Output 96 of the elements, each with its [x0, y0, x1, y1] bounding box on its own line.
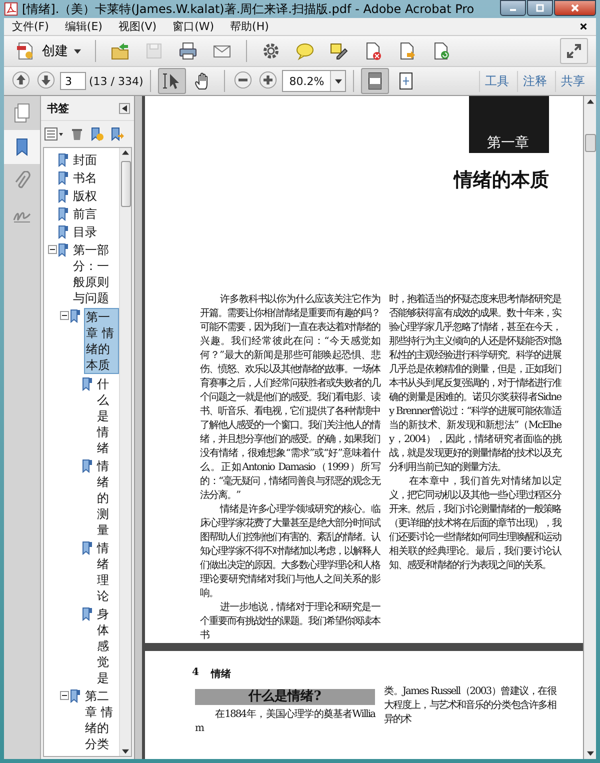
task-pane-tab[interactable]: 注释	[517, 70, 552, 92]
maximize-icon	[535, 3, 545, 13]
minimize-button[interactable]	[500, 0, 526, 16]
body-paragraph: 进一步地说，情绪对于理论和研究是一个重要而有挑战性的课题。我们希望你阅读本书	[200, 601, 380, 643]
scrollbar[interactable]	[583, 96, 596, 759]
note-pencil-icon	[329, 41, 349, 61]
plus-icon	[259, 70, 278, 88]
bookmark-icon	[70, 689, 81, 703]
full-screen-button[interactable]	[560, 38, 588, 64]
close-button[interactable]	[554, 0, 596, 16]
bookmark-item[interactable]: 第二章 情绪的分类	[84, 688, 119, 752]
menu-item[interactable]: 编辑(E)	[64, 19, 102, 34]
fit-page-button[interactable]	[361, 68, 390, 94]
next-page-button[interactable]	[35, 70, 57, 92]
body-paragraph: 许多教科书以你为什么应该关注它作为开篇。需要让你相信情绪是重要而有趣的吗？可能不需要，因为我们一直在表达着对情绪的兴趣。我们经常彼此在问：“今天感觉如何？”最大的新闻是那些可能唤起恐惧、悲伤、愤怒、欢乐以及其他情绪的故事。一场体育赛事之后，人们经常问获胜者或失败者的几个问题之一就是他们的感受。我们看电影、读书、听音乐、看电视，它们提供了各种情境中了解他人感受的一个窗口。我们关注他人的情绪，并且想分享他们的感受。的确，如果我们没有情绪，很难想象“需求”或“好”意味着什么。正如Antonio Damasio（1999）所写的：“毫无疑问，情绪同善良与邪恶的观念无法分离。”	[200, 293, 380, 503]
pages-icon	[12, 103, 32, 123]
bookmark-item[interactable]: 情绪的测量	[96, 458, 119, 538]
menu-item[interactable]: 帮助(H)	[230, 19, 269, 34]
collapse-icon[interactable]	[48, 245, 57, 254]
collapse-icon[interactable]	[60, 311, 69, 320]
printer-icon	[178, 41, 198, 61]
chapter-label-block: 第一章	[469, 96, 549, 153]
close-icon[interactable]	[579, 22, 588, 31]
bookmark-icon	[82, 541, 93, 555]
settings-icon	[261, 41, 281, 61]
menu-item[interactable]: 文件(F)	[12, 19, 49, 34]
bookmark-item[interactable]: 版权	[72, 188, 98, 204]
bookmark-arrow-icon	[110, 127, 124, 141]
caret-icon	[334, 78, 342, 84]
bookmark-item[interactable]: 身体感觉是	[96, 606, 119, 686]
previous-page-button[interactable]	[10, 70, 32, 92]
create-button[interactable]: 创建	[12, 41, 85, 61]
bookmark-star-icon	[90, 127, 104, 141]
bookmark-icon	[58, 153, 69, 167]
maximize-button[interactable]	[527, 0, 553, 16]
expand-arrows-icon	[564, 41, 584, 61]
folder-arrow-icon	[110, 41, 130, 61]
trash-icon	[70, 127, 84, 141]
close-icon	[570, 3, 580, 13]
bookmark-icon	[70, 309, 81, 323]
new-bookmark-button[interactable]	[89, 126, 105, 142]
collapse-panel-button[interactable]	[119, 102, 130, 114]
bookmark-arrow-button[interactable]	[109, 126, 125, 142]
select-tool-button[interactable]	[158, 68, 186, 94]
body-paragraph: 时，抱着适当的怀疑态度来思考情绪研究是否能够获得富有成效的成果。数十年来，实验心理学家几乎忽略了情绪，甚至在今天，那些持行为主义倾向的人还是怀疑能否对隐私性的主观经验进行科学研究。科学的进展几乎总是依赖精准的测量，但是，正如我们本书从头到尾反复强调的，对于情绪进行准确的测量是困难的。诺贝尔奖获得者Sidney Brenner曾说过：“科学的进展可能依靠适当的新技术、新发现和新想法”（McElhey，2004），因此，情绪研究者面临的挑战，就是发现更好的测量情绪的技术以及充分利用当前已知的测量方法。	[389, 293, 561, 475]
bookmark-item[interactable]: 封面	[72, 152, 98, 168]
page-number-field[interactable]: 3	[60, 72, 86, 90]
up-caret-icon[interactable]	[586, 99, 594, 104]
body-paragraph: 情绪是许多心理学领域研究的核心。临床心理学家花费了大量甚至是绝大部分时间试图帮助人们控制他们有害的、紊乱的情绪。认知心理学家不得不对情绪加以考虑，以解释人们做出决定的原因。大多数心理学理论和人格理论要研究情绪对我们与他人之间关系的影响。	[200, 503, 380, 601]
bookmarks-panel-tab[interactable]	[4, 130, 40, 164]
bookmark-icon	[58, 207, 69, 221]
running-head: 情绪	[210, 668, 231, 681]
speech-bubble-icon	[295, 41, 315, 61]
zoom-out-button[interactable]	[232, 70, 254, 92]
options-button[interactable]	[43, 126, 65, 142]
body-paragraph: 在本章中，我们首先对情绪加以定义，把它同动机以及其他一些心理过程区分开来。然后，我们讨论测量情绪的一般策略（更详细的技术将在后面的章节出现），我们还要讨论一些情绪如何同生理唤醒和运动相关联的经典理论。最后，我们要讨论认知、感受和情绪的行为表现之间的关系。	[389, 475, 561, 573]
chapter-title: 情绪的本质	[454, 168, 549, 193]
down-caret-icon[interactable]	[122, 749, 129, 754]
bookmark-item[interactable]: 前言	[72, 206, 98, 222]
bookmark-icon	[82, 607, 93, 621]
bookmark-item[interactable]: 第一部分：一般原则与问题	[72, 242, 119, 306]
panel-title: 书签	[47, 100, 69, 116]
bookmark-item[interactable]: 书名	[72, 170, 98, 186]
bookmark-icon	[58, 189, 69, 203]
up-caret-icon[interactable]	[122, 150, 129, 155]
page-number: 4	[192, 667, 199, 680]
left-triangle-icon	[122, 104, 127, 112]
section-heading: 什么是情绪?	[195, 689, 375, 705]
menu-item[interactable]: 窗口(W)	[172, 19, 214, 34]
bookmark-icon	[82, 377, 93, 391]
down-caret-icon[interactable]	[586, 751, 594, 756]
zoom-in-button[interactable]	[257, 70, 280, 92]
scrollbar-thumb[interactable]	[120, 161, 130, 207]
minus-icon	[234, 70, 252, 88]
delete-bookmark-button[interactable]	[69, 126, 85, 142]
bookmark-icon	[58, 225, 69, 239]
bookmark-item[interactable]: 第一章 情绪的本质	[84, 308, 119, 374]
window-title: [情绪].（美）卡莱特(James.W.kalat)著.周仁来译.扫描版.pdf - Adobe Acrobat Pro	[22, 0, 474, 18]
zoom-field[interactable]: 80.2%	[282, 70, 346, 92]
bookmark-item[interactable]: 情绪理论	[96, 540, 119, 604]
task-pane-tab[interactable]: 工具	[479, 70, 514, 92]
bookmark-icon	[58, 171, 69, 185]
list-options-icon	[44, 127, 64, 141]
caret-icon	[74, 48, 81, 54]
pdf-app-icon	[4, 2, 18, 16]
bookmark-item[interactable]: 什么是情绪	[96, 376, 119, 456]
scrollbar-thumb[interactable]	[584, 134, 596, 152]
bookmark-item[interactable]: 目录	[72, 224, 98, 240]
task-pane-tab[interactable]: 共享	[555, 70, 590, 92]
bookmark-icon	[58, 243, 69, 257]
bookmark-icon	[82, 459, 93, 473]
menu-item[interactable]: 视图(V)	[118, 19, 157, 34]
body-paragraph: 在1884年，美国心理学的奠基者William	[195, 708, 375, 736]
body-paragraph: 类。James Russell（2003）曾建议，在很大程度上，与艺术和音乐的分类包含许多相异的术	[384, 685, 556, 727]
collapse-icon[interactable]	[60, 691, 69, 700]
page-count: (13 / 334)	[89, 74, 144, 88]
